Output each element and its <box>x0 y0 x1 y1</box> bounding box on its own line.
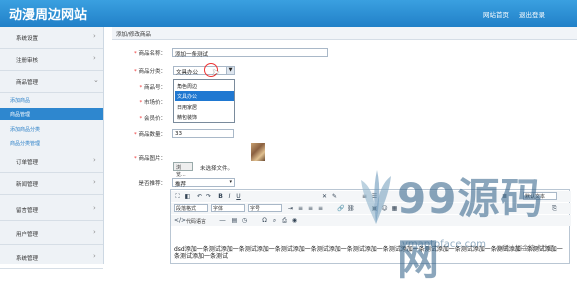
home-link[interactable]: 网站首页 <box>483 9 509 19</box>
name-label: * 商品名称： <box>133 51 166 57</box>
sidebar-subitem-label: 商品管理 <box>10 112 31 118</box>
chevron-right-icon: › <box>93 228 96 236</box>
sidebar-subitem-add-product[interactable]: 添加商品 <box>0 94 103 106</box>
sidebar-subitem-label: 添加商品分类 <box>10 127 41 133</box>
undo-icon[interactable]: ↶ <box>196 193 203 200</box>
sidebar-item-label: 系统管理 <box>16 256 39 262</box>
watermark-text: 99源码网 <box>397 174 544 284</box>
link-icon[interactable]: 🔗 <box>337 205 344 212</box>
category-label: * 商品分类： <box>133 69 166 75</box>
dropdown-arrow-icon[interactable]: ▾ <box>229 179 232 185</box>
print-icon[interactable]: ⎙ <box>281 217 288 224</box>
recommend-label: 是否推荐： <box>138 181 166 187</box>
chevron-right-icon: › <box>93 54 96 62</box>
sidebar-item-messages[interactable]: 留言管理 › <box>0 199 103 221</box>
chevron-right-icon: › <box>93 178 96 186</box>
sidebar-item-label: 新闻管理 <box>16 182 39 188</box>
bold-icon[interactable]: B <box>217 193 224 200</box>
sidebar-item-orders[interactable]: 订单管理 › <box>0 151 103 173</box>
sidebar: 系统设置 › 注册审核 › 商品管理 ⌄ 添加商品 商品管理 添加商品分类 商品… <box>0 27 104 269</box>
format-painter-icon[interactable]: ✎ <box>331 193 338 200</box>
clear-format-icon[interactable]: ✕ <box>321 193 328 200</box>
sidebar-item-registration[interactable]: 注册审核 › <box>0 49 103 71</box>
recommend-select[interactable]: 推荐 ▾ <box>172 178 235 188</box>
paragraph-format-select[interactable]: 段落格式 <box>174 204 208 212</box>
fullscreen-icon[interactable]: ⛶ <box>174 193 181 200</box>
sidebar-item-news[interactable]: 新闻管理 › <box>0 173 103 195</box>
chevron-right-icon: › <box>93 204 96 212</box>
panel-header: 添加/修改商品 <box>112 27 577 40</box>
sidebar-item-label: 订单管理 <box>16 160 39 166</box>
sidebar-subitem-category-manage[interactable]: 商品分类管理 <box>0 137 103 149</box>
quantity-label: * 商品数量： <box>133 132 166 138</box>
time-icon[interactable]: ◷ <box>241 217 248 224</box>
code-language-label[interactable]: 代码语言 <box>186 218 206 225</box>
watermark-credit: @稀土掘金技术社区 <box>496 244 555 252</box>
category-option[interactable]: 日用家居 <box>175 102 234 112</box>
align-right-icon[interactable]: ≡ <box>317 205 324 212</box>
sidebar-subitem-product-manage[interactable]: 商品管理 <box>0 108 103 120</box>
chevron-down-icon: ⌄ <box>93 76 99 84</box>
italic-icon[interactable]: I <box>226 193 233 200</box>
app-title: 动漫周边网站 <box>9 8 88 23</box>
sidebar-item-products[interactable]: 商品管理 ⌄ <box>0 71 103 93</box>
number-label: * 商品号： <box>139 85 166 91</box>
category-option[interactable]: 精包装饰 <box>175 112 234 122</box>
mouse-pointer-icon: ➤ <box>212 68 220 78</box>
sidebar-subitem-label: 添加商品 <box>10 98 31 104</box>
category-option-selected[interactable]: 文具办公 <box>175 91 234 101</box>
search-replace-icon[interactable]: ⌕ <box>271 217 278 224</box>
redo-icon[interactable]: ↷ <box>205 193 212 200</box>
watermark-leaf-icon <box>361 170 391 224</box>
sidebar-item-label: 注册审核 <box>16 58 39 64</box>
category-dropdown-list[interactable]: 角色周边 文具办公 日用家居 精包装饰 <box>173 79 235 123</box>
sidebar-item-label: 系统设置 <box>16 36 39 42</box>
special-char-icon[interactable]: Ω <box>261 217 268 224</box>
dropdown-arrow-icon[interactable]: ▼ <box>226 67 234 74</box>
browse-button[interactable]: 浏览... <box>173 162 193 178</box>
sidebar-item-label: 商品管理 <box>16 80 39 86</box>
sidebar-subitem-label: 商品分类管理 <box>10 141 41 147</box>
product-thumbnail <box>251 143 265 161</box>
underline-icon[interactable]: U <box>235 193 242 200</box>
align-center-icon[interactable]: ≡ <box>307 205 314 212</box>
top-bar: 动漫周边网站 网站首页 退出登录 <box>0 0 577 27</box>
member-price-label: * 会员价： <box>139 116 166 122</box>
chevron-right-icon: › <box>93 252 96 260</box>
date-icon[interactable]: ▤ <box>231 217 238 224</box>
indent-icon[interactable]: ⇥ <box>287 205 294 212</box>
sidebar-subitem-add-category[interactable]: 添加商品分类 <box>0 123 103 135</box>
font-family-select[interactable]: 字体 <box>211 204 245 212</box>
font-size-select[interactable]: 字号 <box>248 204 282 212</box>
source-icon[interactable]: ◧ <box>184 193 191 200</box>
align-left-icon[interactable]: ≡ <box>297 205 304 212</box>
watermark-url: ymaptoface.com <box>402 239 487 250</box>
panel-title: 添加/修改商品 <box>116 32 151 38</box>
sidebar-item-users[interactable]: 用户管理 › <box>0 223 103 245</box>
horizontal-rule-icon[interactable]: ― <box>219 217 226 224</box>
preview-icon[interactable]: ◉ <box>291 217 298 224</box>
sidebar-item-label: 留言管理 <box>16 208 39 214</box>
chevron-right-icon: › <box>93 32 96 40</box>
sidebar-item-label: 用户管理 <box>16 232 39 238</box>
sidebar-item-system[interactable]: 系统管理 › <box>0 247 103 269</box>
unlink-icon[interactable]: ⛓ <box>347 205 355 212</box>
sidebar-item-system-settings[interactable]: 系统设置 › <box>0 27 103 49</box>
image-label: * 商品图片： <box>133 156 166 162</box>
no-file-text: 未选择文件。 <box>200 166 234 172</box>
market-price-label: * 市场价： <box>139 100 166 106</box>
product-name-input[interactable]: 添加一条测试 <box>172 48 328 58</box>
logout-link[interactable]: 退出登录 <box>519 9 545 19</box>
quantity-input[interactable]: 33 <box>172 129 234 138</box>
category-option[interactable]: 角色周边 <box>175 81 234 91</box>
code-icon[interactable]: </> <box>174 217 186 224</box>
chevron-right-icon: › <box>93 156 96 164</box>
